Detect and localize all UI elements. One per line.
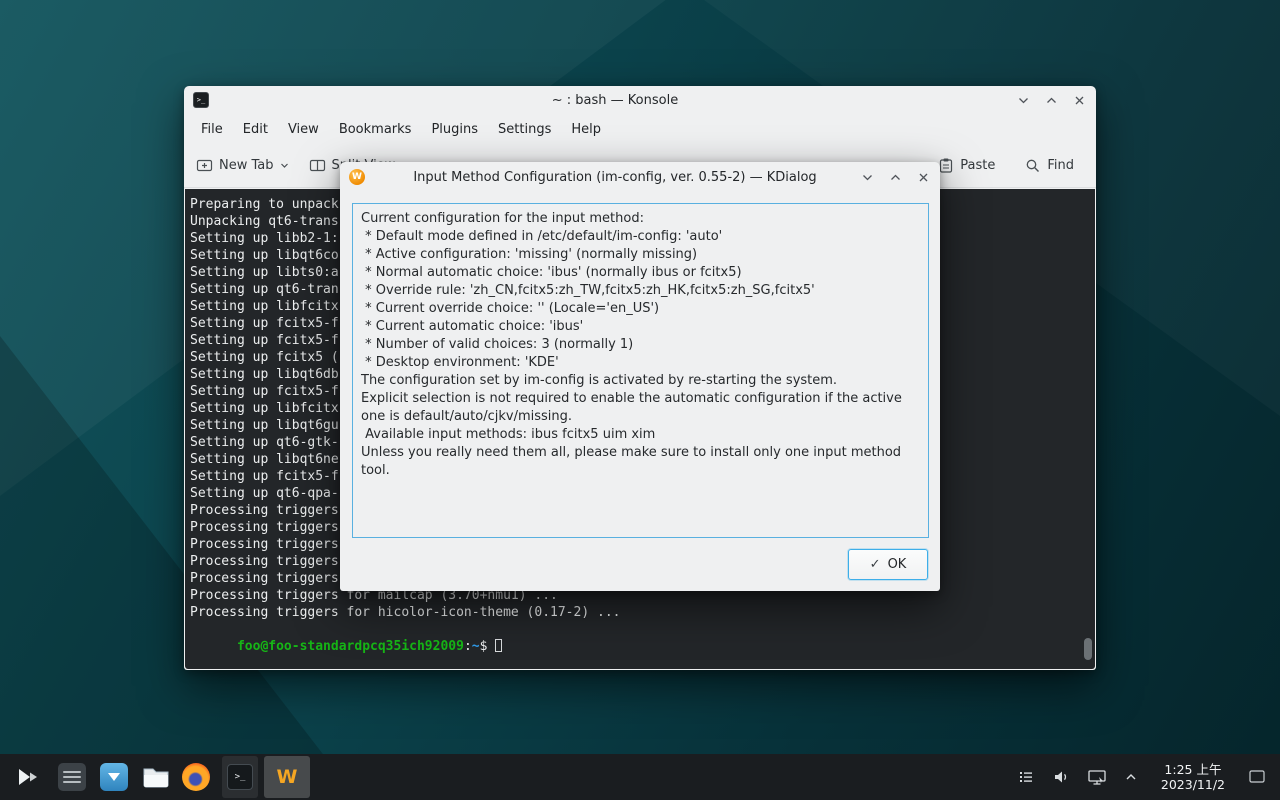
konsole-task-button[interactable]: >_ <box>222 756 258 798</box>
maximize-icon[interactable] <box>1044 93 1059 108</box>
im-config-task-button[interactable]: W <box>264 756 310 798</box>
pager-icon <box>58 763 86 791</box>
minimize-icon[interactable] <box>860 170 875 185</box>
firefox-icon <box>182 763 210 791</box>
menu-item[interactable]: View <box>278 119 329 140</box>
dialog-text-line: * Override rule: 'zh_CN,fcitx5:zh_TW,fci… <box>361 282 920 300</box>
konsole-icon: >_ <box>193 92 209 108</box>
find-icon <box>1025 158 1041 174</box>
clock-time: 1:25 上午 <box>1164 762 1221 777</box>
ok-button[interactable]: ✓ OK <box>848 549 928 580</box>
im-config-icon: W <box>349 169 365 185</box>
display-icon[interactable] <box>1087 768 1107 786</box>
dialog-text-line: * Default mode defined in /etc/default/i… <box>361 228 920 246</box>
new-tab-icon <box>196 157 213 174</box>
konsole-icon-glyph: >_ <box>197 97 205 104</box>
konsole-titlebar[interactable]: >_ ~ : bash — Konsole <box>184 86 1096 114</box>
dialog-message-frame: Current configuration for the input meth… <box>352 203 929 538</box>
close-icon[interactable] <box>916 170 931 185</box>
dialog-text-line: * Normal automatic choice: 'ibus' (norma… <box>361 264 920 282</box>
notifications-icon[interactable] <box>1017 768 1035 786</box>
terminal-prompt: foo@foo-standardpcq35ich92009:~$ <box>190 621 1090 669</box>
new-tab-button[interactable]: New Tab <box>196 157 289 174</box>
find-button[interactable]: Find <box>1025 157 1074 174</box>
kdialog-titlebar[interactable]: W Input Method Configuration (im-config,… <box>340 162 940 192</box>
dialog-text-line: * Current override choice: '' (Locale='e… <box>361 300 920 318</box>
scrollbar-thumb[interactable] <box>1084 638 1092 660</box>
firefox-button[interactable] <box>182 756 210 798</box>
konsole-menubar: FileEditViewBookmarksPluginsSettingsHelp <box>184 114 1096 144</box>
prompt-colon: : <box>464 639 472 654</box>
kdialog-window-title: Input Method Configuration (im-config, v… <box>380 170 850 185</box>
paste-icon <box>938 157 954 174</box>
folder-icon <box>142 765 170 789</box>
toolbar-right-group: Paste Find <box>938 157 1084 174</box>
split-view-icon <box>309 157 326 174</box>
dialog-text-line: * Current automatic choice: 'ibus' <box>361 318 920 336</box>
tray-expand-chevron-icon[interactable] <box>1124 770 1138 784</box>
im-config-task-icon: W <box>277 766 298 788</box>
paste-button[interactable]: Paste <box>938 157 995 174</box>
find-label: Find <box>1047 158 1074 173</box>
system-tray: 1:25 上午 2023/11/2 <box>1017 762 1274 792</box>
taskbar: >_ W 1:25 上午 2023/11/2 <box>0 754 1280 800</box>
check-icon: ✓ <box>870 557 881 572</box>
dialog-text-line: The configuration set by im-config is ac… <box>361 372 920 390</box>
minimize-icon[interactable] <box>1016 93 1031 108</box>
konsole-task-icon: >_ <box>227 764 253 790</box>
dialog-text-line: * Desktop environment: 'KDE' <box>361 354 920 372</box>
paste-label: Paste <box>960 158 995 173</box>
discover-icon <box>100 763 128 791</box>
menu-item[interactable]: Help <box>561 119 611 140</box>
im-config-icon-glyph: W <box>352 173 362 182</box>
close-icon[interactable] <box>1072 93 1087 108</box>
terminal-cursor <box>495 639 502 652</box>
kdialog-window: W Input Method Configuration (im-config,… <box>340 162 940 591</box>
pager-button[interactable] <box>58 756 86 798</box>
kdialog-window-controls <box>860 170 931 185</box>
plasma-launcher-icon <box>15 764 41 790</box>
menu-item[interactable]: Plugins <box>421 119 488 140</box>
prompt-path: ~ <box>472 639 480 654</box>
dialog-text-line: Available input methods: ibus fcitx5 uim… <box>361 426 920 444</box>
digital-clock[interactable]: 1:25 上午 2023/11/2 <box>1155 762 1231 792</box>
menu-item[interactable]: File <box>191 119 233 140</box>
show-desktop-button[interactable] <box>1248 769 1266 785</box>
prompt-dollar: $ <box>480 639 488 654</box>
dolphin-button[interactable] <box>142 756 170 798</box>
menu-item[interactable]: Bookmarks <box>329 119 422 140</box>
dialog-text-line: Unless you really need them all, please … <box>361 444 920 480</box>
app-launcher-button[interactable] <box>6 756 50 798</box>
dialog-text-line: * Active configuration: 'missing' (norma… <box>361 246 920 264</box>
chevron-down-icon <box>280 161 289 170</box>
ok-button-label: OK <box>888 557 907 572</box>
clock-date: 2023/11/2 <box>1161 777 1225 792</box>
show-desktop-icon <box>1248 769 1266 785</box>
discover-button[interactable] <box>100 756 128 798</box>
konsole-window-controls <box>1016 93 1087 108</box>
maximize-icon[interactable] <box>888 170 903 185</box>
terminal-line: Processing triggers for hicolor-icon-the… <box>190 604 1090 621</box>
dialog-text-line: Explicit selection is not required to en… <box>361 390 920 426</box>
dialog-text-line: Current configuration for the input meth… <box>361 210 920 228</box>
dialog-text-line: * Number of valid choices: 3 (normally 1… <box>361 336 920 354</box>
volume-icon[interactable] <box>1052 768 1070 786</box>
new-tab-label: New Tab <box>219 158 274 173</box>
prompt-user-host: foo@foo-standardpcq35ich92009 <box>237 639 464 654</box>
konsole-window-title: ~ : bash — Konsole <box>224 93 1006 108</box>
menu-item[interactable]: Settings <box>488 119 561 140</box>
menu-item[interactable]: Edit <box>233 119 278 140</box>
